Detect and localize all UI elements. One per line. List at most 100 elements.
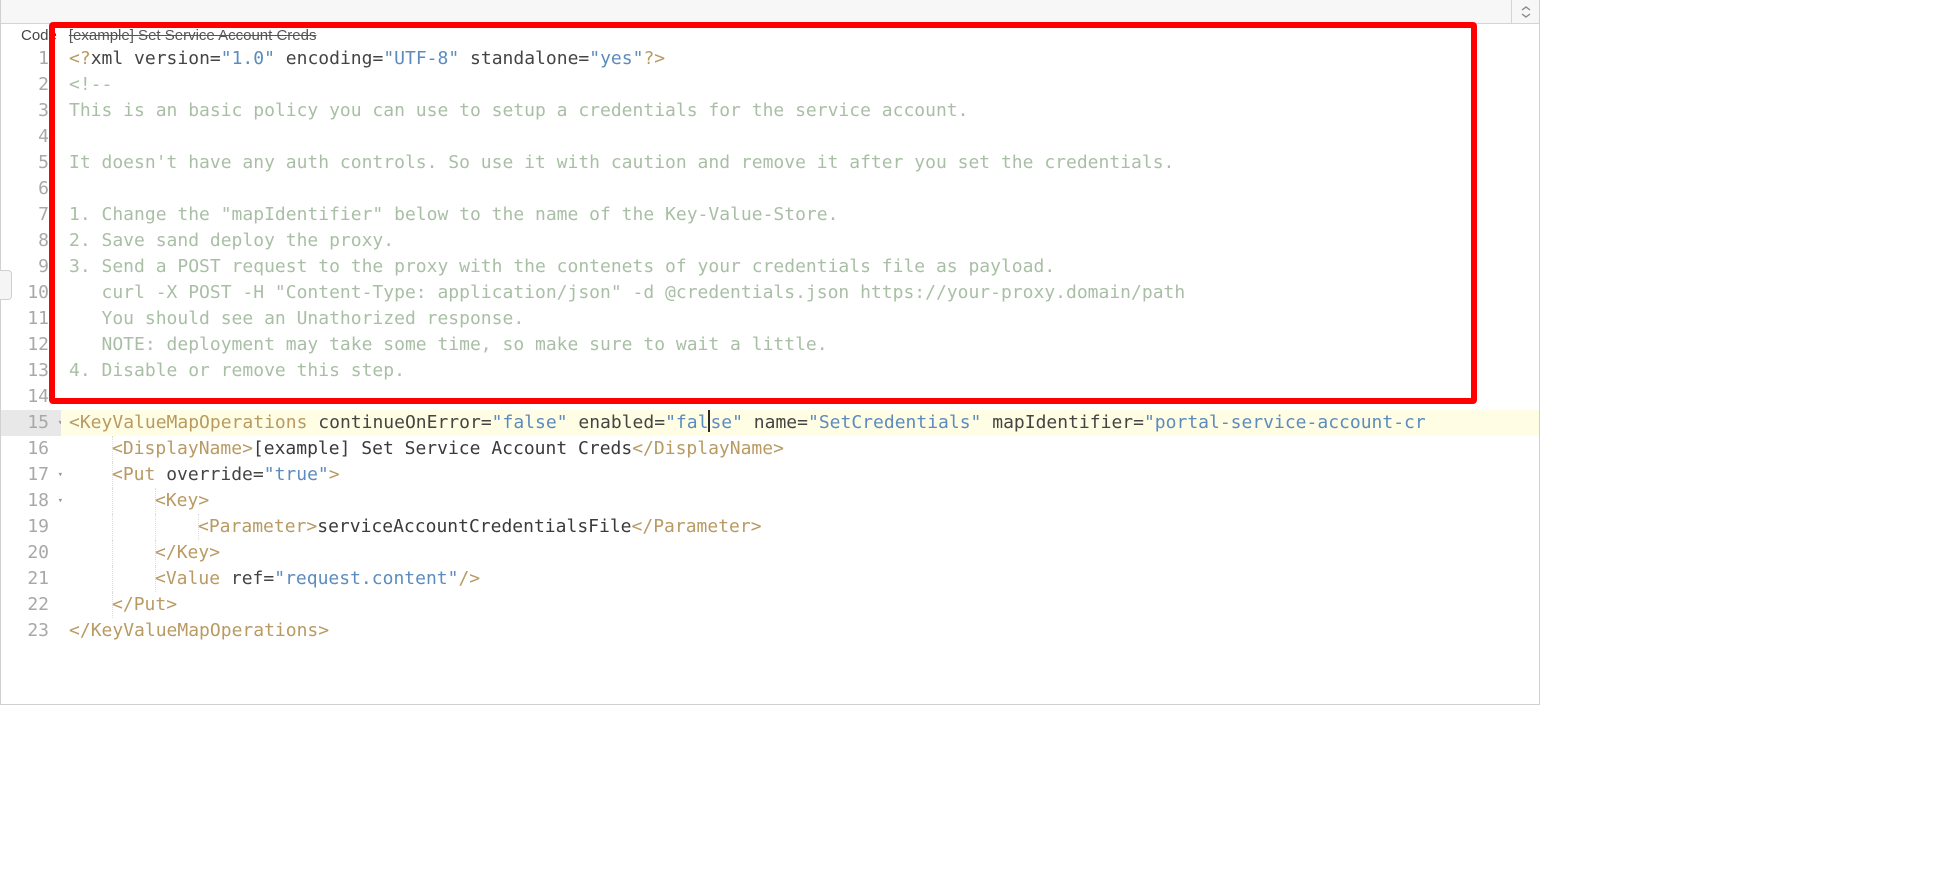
token: </	[155, 542, 177, 563]
code-line[interactable]: 71. Change the "mapIdentifier" below to …	[1, 202, 1539, 228]
code-content[interactable]: <Put override="true">	[61, 462, 1539, 488]
token: 1. Change the "mapIdentifier" below to t…	[69, 204, 838, 225]
editor-panel: Code [example] Set Service Account Creds…	[0, 0, 1540, 705]
code-content[interactable]: curl -X POST -H "Content-Type: applicati…	[61, 280, 1539, 306]
code-content[interactable]: NOTE: deployment may take some time, so …	[61, 332, 1539, 358]
token: mapIdentifier	[992, 412, 1133, 433]
token: ref	[231, 568, 264, 589]
code-content[interactable]: <KeyValueMapOperations continueOnError="…	[61, 410, 1539, 436]
code-content[interactable]: </KeyValueMapOperations>	[61, 618, 1539, 644]
code-content[interactable]	[61, 124, 1539, 150]
code-content[interactable]: <Key>	[61, 488, 1539, 514]
token: =	[263, 568, 274, 589]
code-content[interactable]: 1. Change the "mapIdentifier" below to t…	[61, 202, 1539, 228]
code-content[interactable]: This is an basic policy you can use to s…	[61, 98, 1539, 124]
code-editor[interactable]: 1<?xml version="1.0" encoding="UTF-8" st…	[1, 46, 1539, 704]
token: Key	[166, 490, 199, 511]
token: >	[198, 490, 209, 511]
code-line[interactable]: 1<?xml version="1.0" encoding="UTF-8" st…	[1, 46, 1539, 72]
code-line[interactable]: 16<DisplayName>[example] Set Service Acc…	[1, 436, 1539, 462]
line-number: 6	[1, 176, 61, 202]
token: Parameter	[209, 516, 307, 537]
line-number: 23	[1, 618, 61, 644]
token: DisplayName	[654, 438, 773, 459]
code-content[interactable]: You should see an Unathorized response.	[61, 306, 1539, 332]
code-line[interactable]: 5It doesn't have any auth controls. So u…	[1, 150, 1539, 176]
code-content[interactable]: </Key>	[61, 540, 1539, 566]
code-content[interactable]: <?xml version="1.0" encoding="UTF-8" sta…	[61, 46, 1539, 72]
code-line[interactable]: 21<Value ref="request.content"/>	[1, 566, 1539, 592]
code-line[interactable]: 11 You should see an Unathorized respons…	[1, 306, 1539, 332]
token: 4. Disable or remove this step.	[69, 360, 405, 381]
token: KeyValueMapOperations	[91, 620, 319, 641]
code-line[interactable]: 12 NOTE: deployment may take some time, …	[1, 332, 1539, 358]
code-line[interactable]: 82. Save sand deploy the proxy.	[1, 228, 1539, 254]
token	[155, 464, 166, 485]
token: DisplayName	[123, 438, 242, 459]
code-line[interactable]: 17▾<Put override="true">	[1, 462, 1539, 488]
code-content[interactable]	[61, 176, 1539, 202]
token: serviceAccountCredentialsFile	[317, 516, 631, 537]
token: <	[155, 568, 166, 589]
code-content[interactable]	[61, 384, 1539, 410]
token: <!--	[69, 74, 112, 95]
token: >	[242, 438, 253, 459]
code-content[interactable]: 2. Save sand deploy the proxy.	[61, 228, 1539, 254]
token: Key	[177, 542, 210, 563]
token: Put	[123, 464, 156, 485]
code-line[interactable]: 18▾<Key>	[1, 488, 1539, 514]
code-content[interactable]: <!--	[61, 72, 1539, 98]
token: >	[751, 516, 762, 537]
token: >	[166, 594, 177, 615]
code-line[interactable]: 3This is an basic policy you can use to …	[1, 98, 1539, 124]
token: name	[754, 412, 797, 433]
code-line[interactable]: 14	[1, 384, 1539, 410]
code-content[interactable]: <Parameter>serviceAccountCredentialsFile…	[61, 514, 1539, 540]
token: "1.0"	[221, 48, 275, 69]
token	[275, 48, 286, 69]
code-line[interactable]: 23</KeyValueMapOperations>	[1, 618, 1539, 644]
token: <	[155, 490, 166, 511]
side-tab-fragment[interactable]	[0, 270, 12, 300]
line-number: 4	[1, 124, 61, 150]
title-row: Code [example] Set Service Account Creds	[1, 24, 1539, 46]
code-content[interactable]: </Put>	[61, 592, 1539, 618]
code-line[interactable]: 134. Disable or remove this step.	[1, 358, 1539, 384]
code-content[interactable]: 4. Disable or remove this step.	[61, 358, 1539, 384]
panel-header-bar	[1, 0, 1539, 24]
token: >	[209, 542, 220, 563]
code-line[interactable]: 93. Send a POST request to the proxy wit…	[1, 254, 1539, 280]
token: ?>	[643, 48, 665, 69]
line-number: 5	[1, 150, 61, 176]
token	[307, 412, 318, 433]
line-number: 11	[1, 306, 61, 332]
line-number: 3	[1, 98, 61, 124]
code-line[interactable]: 22</Put>	[1, 592, 1539, 618]
code-content[interactable]: <DisplayName>[example] Set Service Accou…	[61, 436, 1539, 462]
line-number: 14	[1, 384, 61, 410]
code-content[interactable]: 3. Send a POST request to the proxy with…	[61, 254, 1539, 280]
line-number: 19	[1, 514, 61, 540]
title-label: Code	[21, 27, 57, 44]
token: 3. Send a POST request to the proxy with…	[69, 256, 1055, 277]
token: Value	[166, 568, 220, 589]
expand-button[interactable]	[1511, 0, 1539, 23]
token: <	[112, 438, 123, 459]
code-content[interactable]: <Value ref="request.content"/>	[61, 566, 1539, 592]
code-content[interactable]: It doesn't have any auth controls. So us…	[61, 150, 1539, 176]
code-line[interactable]: 2<!--	[1, 72, 1539, 98]
code-line[interactable]: 19<Parameter>serviceAccountCredentialsFi…	[1, 514, 1539, 540]
code-line[interactable]: 15▾<KeyValueMapOperations continueOnErro…	[1, 410, 1539, 436]
token: </	[632, 438, 654, 459]
token: Parameter	[653, 516, 751, 537]
code-line[interactable]: 10 curl -X POST -H "Content-Type: applic…	[1, 280, 1539, 306]
token: >	[773, 438, 784, 459]
code-line[interactable]: 6	[1, 176, 1539, 202]
token: NOTE: deployment may take some time, so …	[69, 334, 828, 355]
token: "false"	[492, 412, 568, 433]
code-line[interactable]: 4	[1, 124, 1539, 150]
token: "fal	[665, 412, 708, 433]
code-line[interactable]: 20</Key>	[1, 540, 1539, 566]
token: "true"	[264, 464, 329, 485]
line-number: 8	[1, 228, 61, 254]
